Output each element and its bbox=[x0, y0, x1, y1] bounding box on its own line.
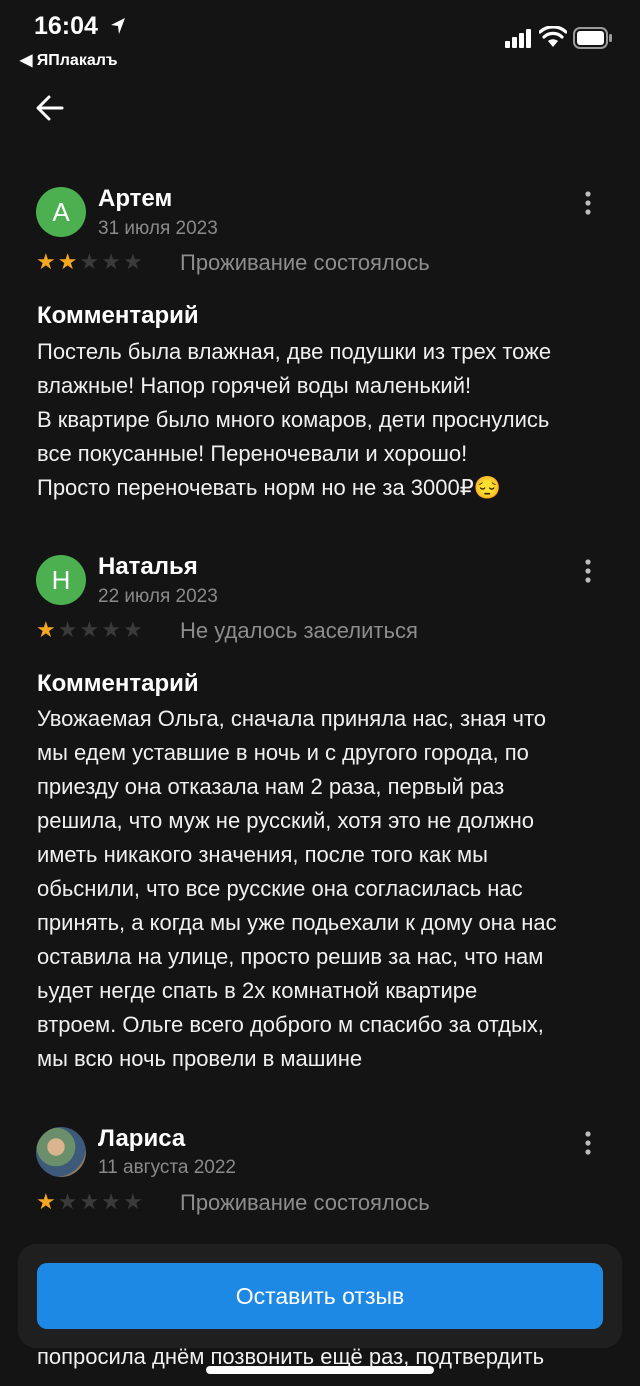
star-icon: ★ bbox=[122, 249, 145, 274]
home-indicator[interactable] bbox=[206, 1366, 434, 1374]
reviewer-name: Лариса bbox=[98, 1125, 186, 1152]
more-options-icon[interactable] bbox=[578, 190, 598, 218]
location-arrow-icon bbox=[111, 18, 125, 34]
review-date: 22 июля 2023 bbox=[98, 586, 218, 607]
reviewer-name: Наталья bbox=[98, 553, 198, 580]
more-options-icon[interactable] bbox=[578, 558, 598, 586]
avatar: А bbox=[36, 187, 86, 237]
comment-title: Комментарий bbox=[37, 302, 199, 329]
more-options-icon[interactable] bbox=[578, 1130, 598, 1158]
leave-review-button[interactable]: Оставить отзыв bbox=[37, 1263, 603, 1329]
comment-text: Увожаемая Ольга, сначала приняла нас, зн… bbox=[37, 706, 557, 1071]
reviewer-name: Артем bbox=[98, 185, 173, 212]
star-icon: ★ bbox=[79, 249, 102, 274]
status-time: 16:04 bbox=[34, 12, 98, 40]
back-arrow-icon[interactable] bbox=[34, 92, 66, 124]
star-icon: ★ bbox=[101, 617, 123, 642]
star-rating: ★★★★★ bbox=[36, 1189, 145, 1215]
star-icon: ★ bbox=[57, 1189, 80, 1214]
review-date: 11 августа 2022 bbox=[98, 1157, 236, 1178]
star-icon: ★ bbox=[101, 1189, 123, 1214]
status-bar: 16:04 ◀ ЯПлакалъ bbox=[0, 0, 640, 80]
star-icon: ★ bbox=[101, 249, 123, 274]
comment-text: Постель была влажная, две подушки из тре… bbox=[37, 339, 552, 500]
stay-status: Проживание состоялось bbox=[180, 1190, 430, 1215]
star-rating: ★★★★★ bbox=[36, 617, 145, 643]
star-icon: ★ bbox=[36, 617, 58, 642]
battery-icon bbox=[573, 27, 612, 49]
back-app-label: ЯПлакалъ bbox=[36, 52, 118, 69]
star-icon: ★ bbox=[122, 1189, 145, 1214]
comment-title: Комментарий bbox=[37, 670, 199, 697]
star-icon: ★ bbox=[79, 1189, 102, 1214]
avatar: Н bbox=[36, 555, 86, 605]
avatar bbox=[36, 1127, 86, 1177]
back-to-app-link[interactable]: ◀ ЯПлакалъ bbox=[20, 50, 118, 70]
cellular-signal-icon bbox=[505, 29, 531, 48]
wifi-icon bbox=[539, 26, 567, 47]
star-icon: ★ bbox=[122, 617, 145, 642]
stay-status: Проживание состоялось bbox=[180, 250, 430, 275]
review-date: 31 июля 2023 bbox=[98, 218, 218, 239]
star-icon: ★ bbox=[79, 617, 102, 642]
star-icon: ★ bbox=[57, 617, 80, 642]
star-icon: ★ bbox=[36, 1189, 58, 1214]
star-icon: ★ bbox=[36, 249, 58, 274]
star-icon: ★ bbox=[57, 249, 80, 274]
stay-status: Не удалось заселиться bbox=[180, 618, 418, 643]
star-rating: ★★★★★ bbox=[36, 249, 145, 275]
